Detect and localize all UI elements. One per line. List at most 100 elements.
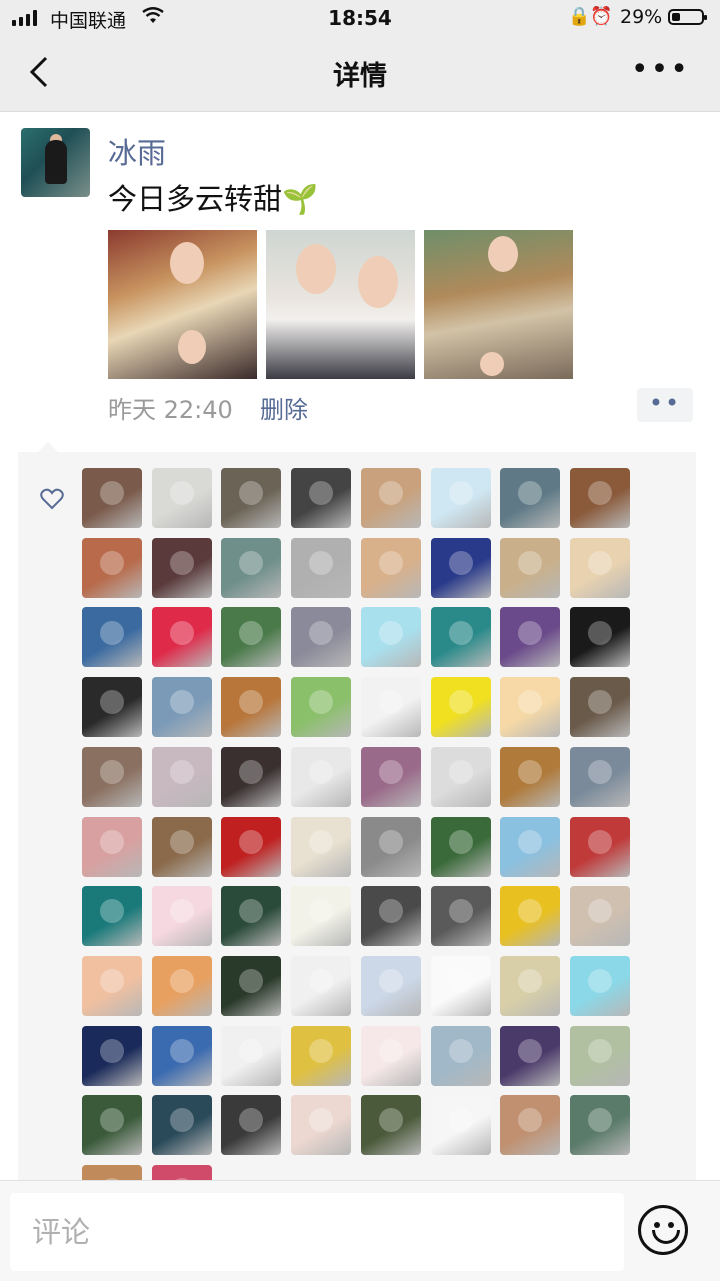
liker-avatar[interactable] — [151, 746, 212, 807]
top-bar: 中国联通 18:54 🔒⏰ 29% 详情 ••• — [0, 0, 720, 112]
liker-avatar[interactable] — [151, 607, 212, 668]
liker-avatar[interactable] — [500, 746, 561, 807]
liker-avatar[interactable] — [430, 816, 491, 877]
liker-avatar[interactable] — [569, 537, 630, 598]
liker-avatar[interactable] — [291, 1095, 352, 1156]
liker-avatar[interactable] — [569, 816, 630, 877]
comment-input[interactable] — [10, 1193, 624, 1271]
liker-avatar[interactable] — [82, 886, 142, 947]
liker-avatar[interactable] — [151, 468, 212, 528]
liker-avatar[interactable] — [82, 468, 142, 528]
liker-avatar[interactable] — [291, 677, 352, 738]
more-button[interactable]: ••• — [631, 55, 690, 85]
liker-avatar[interactable] — [360, 607, 421, 668]
liker-avatar[interactable] — [82, 1095, 142, 1156]
liker-avatar[interactable] — [82, 677, 142, 738]
author-name[interactable]: 冰雨 — [108, 130, 166, 172]
liker-avatar[interactable] — [291, 607, 352, 668]
liker-avatar[interactable] — [430, 746, 491, 807]
liker-avatar[interactable] — [82, 816, 142, 877]
liker-avatar[interactable] — [151, 955, 212, 1016]
liker-avatar[interactable] — [430, 1095, 491, 1156]
liker-avatar[interactable] — [151, 677, 212, 738]
liker-avatar[interactable] — [151, 886, 212, 947]
liker-avatar[interactable] — [360, 886, 421, 947]
liker-avatar[interactable] — [430, 677, 491, 738]
delete-button[interactable]: 删除 — [260, 390, 308, 425]
photo-grid — [108, 230, 573, 379]
post-photo[interactable] — [266, 230, 415, 379]
liker-avatar[interactable] — [360, 468, 421, 528]
liker-avatar[interactable] — [291, 746, 352, 807]
author-avatar[interactable] — [21, 128, 90, 197]
liker-avatar[interactable] — [221, 677, 282, 738]
liker-avatar[interactable] — [82, 537, 142, 598]
post-photo[interactable] — [108, 230, 257, 379]
liker-avatar[interactable] — [500, 955, 561, 1016]
battery-level — [672, 13, 681, 21]
battery-percent: 29% — [620, 6, 663, 28]
liker-avatar[interactable] — [221, 955, 282, 1016]
battery-icon — [668, 9, 707, 25]
liker-avatar[interactable] — [569, 1095, 630, 1156]
liker-avatar[interactable] — [82, 607, 142, 668]
ellipsis-icon: •• — [648, 389, 682, 417]
liker-avatar[interactable] — [569, 746, 630, 807]
liker-avatar[interactable] — [430, 955, 491, 1016]
liker-avatar[interactable] — [500, 816, 561, 877]
liker-avatar[interactable] — [82, 746, 142, 807]
liker-avatar[interactable] — [360, 1025, 421, 1086]
liker-avatar[interactable] — [430, 537, 491, 598]
liker-avatar[interactable] — [221, 1095, 282, 1156]
liker-avatar[interactable] — [151, 1025, 212, 1086]
liker-avatar[interactable] — [430, 607, 491, 668]
liker-avatar[interactable] — [430, 886, 491, 947]
liker-avatar[interactable] — [221, 886, 282, 947]
liker-avatar[interactable] — [291, 537, 352, 598]
heart-icon — [40, 488, 64, 516]
liker-avatar[interactable] — [500, 886, 561, 947]
liker-avatar[interactable] — [569, 1025, 630, 1086]
liker-avatar[interactable] — [360, 1095, 421, 1156]
liker-avatar[interactable] — [500, 537, 561, 598]
liker-avatar[interactable] — [430, 1025, 491, 1086]
post-photo[interactable] — [424, 230, 573, 379]
post-time: 昨天 22:40 — [108, 396, 233, 424]
liker-avatar[interactable] — [569, 955, 630, 1016]
liker-avatar[interactable] — [151, 816, 212, 877]
liker-avatar[interactable] — [221, 607, 282, 668]
liker-avatar[interactable] — [151, 1095, 212, 1156]
liker-avatar[interactable] — [291, 468, 352, 528]
liker-avatar[interactable] — [82, 1025, 142, 1086]
liker-avatar[interactable] — [221, 746, 282, 807]
liker-avatar[interactable] — [500, 468, 561, 528]
liker-avatar[interactable] — [569, 468, 630, 528]
liker-avatar[interactable] — [360, 537, 421, 598]
liker-avatar[interactable] — [291, 1025, 352, 1086]
liker-avatar[interactable] — [500, 677, 561, 738]
liker-avatar[interactable] — [291, 955, 352, 1016]
liker-avatar[interactable] — [360, 746, 421, 807]
comment-like-menu-button[interactable]: •• — [637, 388, 693, 422]
liker-avatar[interactable] — [500, 1025, 561, 1086]
liker-avatar[interactable] — [221, 1025, 282, 1086]
liker-avatar[interactable] — [360, 677, 421, 738]
liker-avatar[interactable] — [430, 468, 491, 528]
liker-avatar[interactable] — [569, 886, 630, 947]
page-title: 详情 — [333, 61, 387, 92]
liker-avatar[interactable] — [569, 607, 630, 668]
liker-avatar[interactable] — [500, 607, 561, 668]
rotation-lock-icon: 🔒⏰ — [568, 6, 613, 27]
liker-avatar[interactable] — [151, 537, 212, 598]
liker-avatar[interactable] — [221, 537, 282, 598]
liker-avatar[interactable] — [569, 677, 630, 738]
liker-avatar[interactable] — [360, 816, 421, 877]
liker-avatar[interactable] — [221, 468, 282, 528]
liker-avatar[interactable] — [360, 955, 421, 1016]
liker-avatar[interactable] — [82, 955, 142, 1016]
liker-avatar[interactable] — [500, 1095, 561, 1156]
liker-avatar[interactable] — [291, 886, 352, 947]
liker-avatar[interactable] — [221, 816, 282, 877]
liker-avatar[interactable] — [291, 816, 352, 877]
emoji-button[interactable] — [638, 1205, 688, 1255]
